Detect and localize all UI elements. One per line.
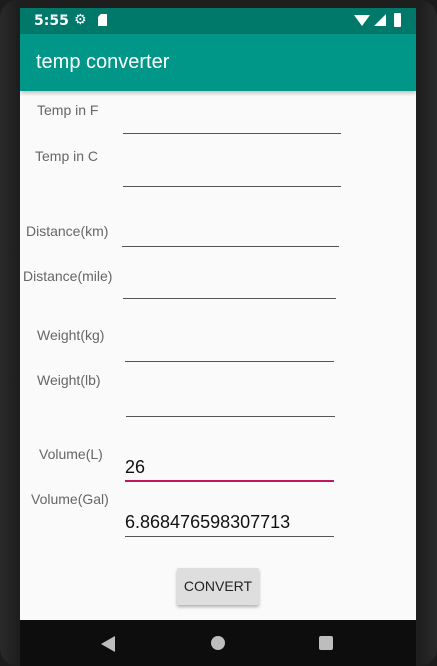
volume-l-label: Volume(L) xyxy=(39,446,103,462)
temp-c-label: Temp in C xyxy=(35,148,99,164)
distance-mile-input[interactable] xyxy=(123,269,336,299)
distance-km-input[interactable] xyxy=(122,217,339,247)
convert-button[interactable]: CONVERT xyxy=(177,568,259,605)
sd-card-icon xyxy=(98,14,107,26)
status-time: 5:55 xyxy=(34,13,69,29)
volume-l-input[interactable]: 26 xyxy=(125,452,334,482)
app-title: temp converter xyxy=(36,51,170,73)
weight-kg-input[interactable] xyxy=(125,332,334,362)
distance-mile-label: Distance(mile) xyxy=(23,268,113,284)
weight-lb-label: Weight(lb) xyxy=(37,372,101,388)
battery-icon xyxy=(394,13,401,27)
temp-f-label: Temp in F xyxy=(37,102,99,118)
gear-icon: ⚙ xyxy=(74,12,87,28)
navigation-bar xyxy=(20,620,416,666)
volume-gal-label: Volume(Gal) xyxy=(31,491,109,507)
weight-kg-label: Weight(kg) xyxy=(37,327,105,343)
temp-f-input[interactable] xyxy=(123,104,341,134)
back-icon[interactable] xyxy=(101,636,115,652)
recents-icon[interactable] xyxy=(319,636,333,650)
wifi-icon xyxy=(354,15,370,26)
home-icon[interactable] xyxy=(211,636,225,650)
volume-gal-input[interactable]: 6.868476598307713 xyxy=(125,507,334,537)
temp-c-input[interactable] xyxy=(123,157,341,187)
status-bar: 5:55 ⚙ xyxy=(20,8,416,34)
weight-lb-input[interactable] xyxy=(126,387,335,417)
signal-icon xyxy=(374,14,386,26)
phone-screen: 5:55 ⚙ temp converter Temp in F Temp in … xyxy=(20,8,416,660)
app-bar: temp converter xyxy=(20,34,416,91)
distance-km-label: Distance(km) xyxy=(26,223,109,239)
